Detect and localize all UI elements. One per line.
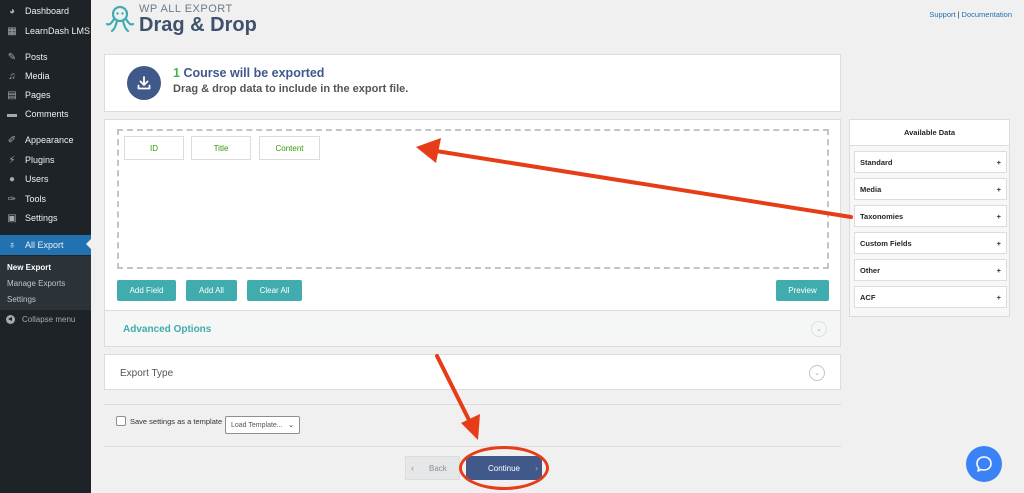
annotation-arrow-head	[461, 414, 480, 440]
annotation-arrow-line	[434, 149, 853, 219]
help-chat-button[interactable]	[966, 446, 1002, 482]
annotation-arrow-line	[435, 354, 472, 424]
chat-icon	[976, 456, 992, 472]
annotation-arrows	[416, 138, 853, 440]
annotation-arrow-head	[416, 138, 441, 163]
